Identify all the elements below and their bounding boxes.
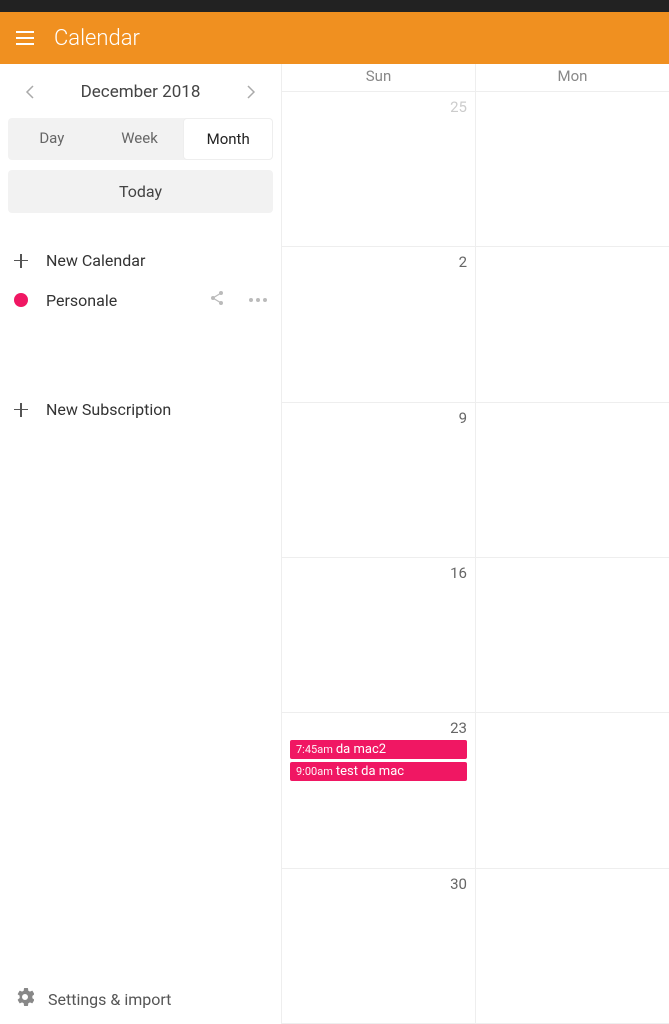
day-header: Mon [476, 64, 669, 91]
share-icon[interactable] [209, 290, 225, 310]
day-number: 25 [290, 98, 467, 116]
new-subscription-button[interactable]: New Subscription [8, 390, 273, 429]
more-icon[interactable] [249, 298, 267, 302]
day-cell[interactable]: 25 [282, 92, 476, 246]
sidebar: December 2018 Day Week Month Today New C… [0, 64, 282, 1024]
event-title: test da mac [336, 764, 404, 779]
month-label: December 2018 [81, 82, 201, 102]
next-month-button[interactable] [239, 80, 263, 104]
day-number: 30 [290, 875, 467, 893]
calendar-name[interactable]: Personale [46, 291, 185, 310]
view-toggle: Day Week Month [8, 118, 273, 160]
day-number: 16 [290, 564, 467, 582]
day-cell[interactable] [476, 92, 669, 246]
day-cell[interactable] [476, 713, 669, 867]
new-subscription-label: New Subscription [46, 400, 171, 419]
event-time: 7:45am [296, 743, 333, 756]
day-cell[interactable] [476, 247, 669, 401]
calendar-color-dot[interactable] [14, 293, 28, 307]
new-calendar-label: New Calendar [46, 251, 145, 270]
plus-icon [14, 403, 28, 417]
day-number: 23 [290, 719, 467, 737]
prev-month-button[interactable] [18, 80, 42, 104]
day-cell[interactable]: 237:45amda mac29:00amtest da mac [282, 713, 476, 867]
menu-icon[interactable] [16, 31, 34, 45]
settings-button[interactable]: Settings & import [0, 974, 281, 1024]
day-cell[interactable]: 16 [282, 558, 476, 712]
event-time: 9:00am [296, 765, 333, 778]
app-header: Calendar [0, 12, 669, 64]
calendar-event[interactable]: 7:45amda mac2 [290, 740, 467, 759]
day-header: Sun [282, 64, 476, 91]
day-number: 9 [290, 409, 467, 427]
day-cell[interactable] [476, 869, 669, 1023]
day-cell[interactable] [476, 558, 669, 712]
gear-icon [16, 988, 34, 1010]
app-title: Calendar [54, 26, 140, 51]
today-button[interactable]: Today [8, 170, 273, 213]
event-title: da mac2 [336, 742, 386, 757]
month-navigation: December 2018 [8, 74, 273, 118]
day-cell[interactable]: 2 [282, 247, 476, 401]
plus-icon [14, 254, 28, 268]
new-calendar-button[interactable]: New Calendar [8, 241, 273, 280]
calendar-event[interactable]: 9:00amtest da mac [290, 762, 467, 781]
view-month-button[interactable]: Month [183, 118, 273, 160]
view-week-button[interactable]: Week [96, 118, 184, 160]
settings-label: Settings & import [48, 990, 171, 1009]
top-black-bar [0, 0, 669, 12]
day-cell[interactable]: 9 [282, 403, 476, 557]
day-number: 2 [290, 253, 467, 271]
calendar-grid: SunMon 252916237:45amda mac29:00amtest d… [282, 64, 669, 1024]
calendar-item: Personale [8, 280, 273, 320]
view-day-button[interactable]: Day [8, 118, 96, 160]
day-cell[interactable] [476, 403, 669, 557]
day-cell[interactable]: 30 [282, 869, 476, 1023]
